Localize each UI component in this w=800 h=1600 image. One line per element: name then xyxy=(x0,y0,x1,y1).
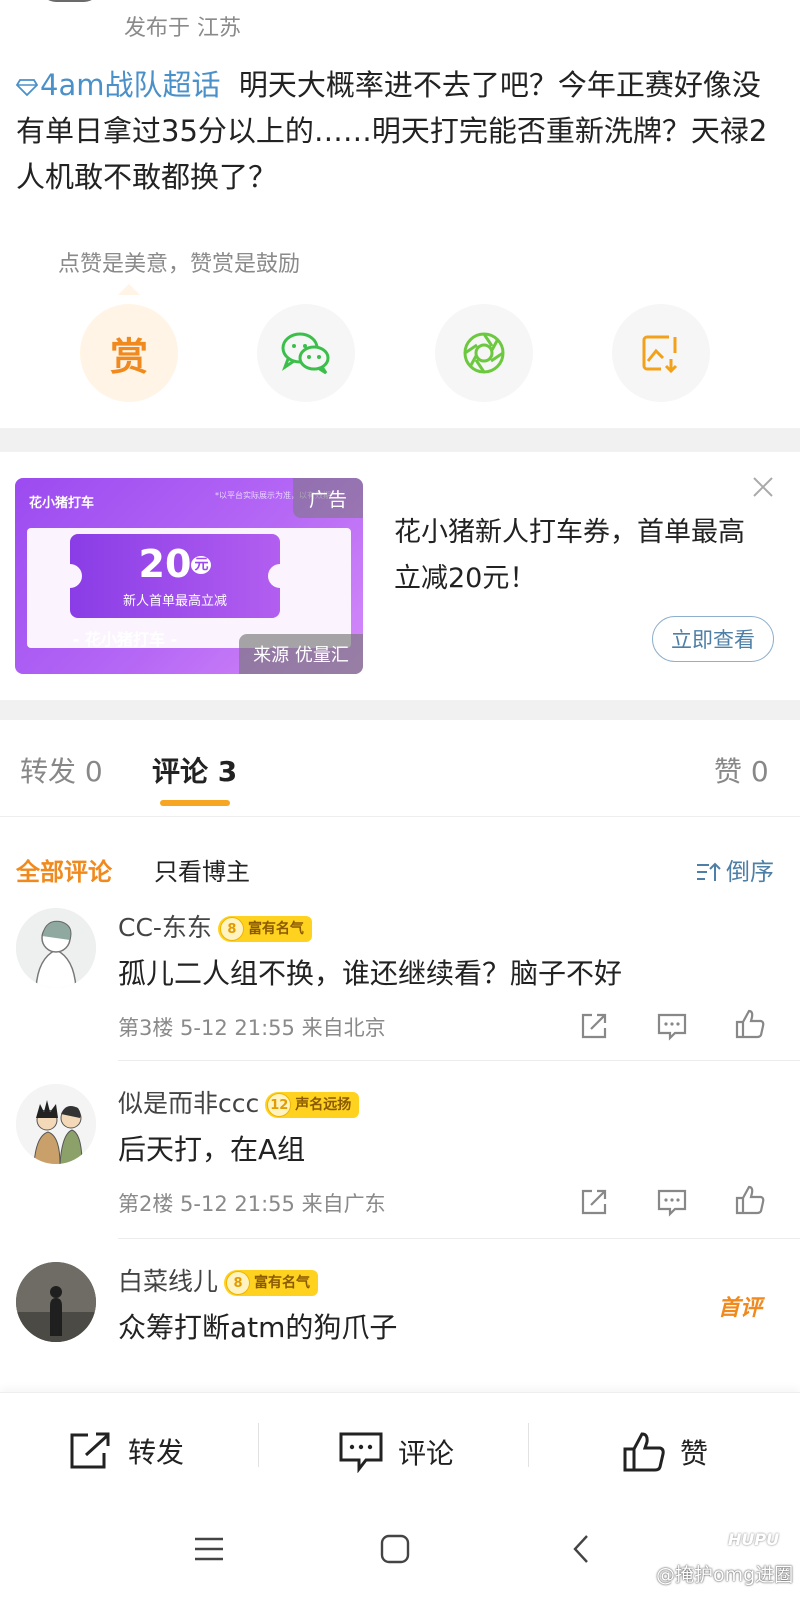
topic-name: 4am战队超话 xyxy=(40,68,221,102)
save-image-button[interactable] xyxy=(612,304,710,402)
comment-author[interactable]: 白菜线儿 8 富有名气 xyxy=(118,1262,319,1298)
diamond-icon xyxy=(16,79,38,96)
comment-text: 后天打，在A组 xyxy=(118,1133,306,1166)
post-location: 发布于 江苏 xyxy=(124,16,241,41)
tab-comments[interactable]: 评论 3 xyxy=(152,750,237,790)
filter-owner-only[interactable]: 只看博主 xyxy=(154,852,250,887)
ad-coupon: 20 元 新人首单最高立减 xyxy=(58,534,292,618)
author-avatar[interactable] xyxy=(40,0,100,2)
avatar-illustration xyxy=(16,1262,96,1342)
author-name: CC-东东 xyxy=(118,913,212,942)
comment-divider xyxy=(118,1238,800,1239)
watermark-logo: HUPU xyxy=(728,1530,780,1549)
separator xyxy=(528,1423,529,1467)
ad-logo: 花小猪打车 xyxy=(29,496,95,511)
level-number: 8 xyxy=(226,1271,251,1295)
tooltip-caret xyxy=(118,284,140,295)
comment-text: 孤儿二人组不换，谁还继续看？脑子不好 xyxy=(118,957,623,990)
level-badge: 8 富有名气 xyxy=(217,916,312,942)
home-icon[interactable] xyxy=(380,1534,410,1564)
repost-label: 转发 xyxy=(128,1436,185,1469)
comment-author[interactable]: CC-东东 8 富有名气 xyxy=(118,908,312,944)
section-divider xyxy=(0,700,800,720)
comment-label: 评论 xyxy=(398,1437,455,1470)
level-badge: 8 富有名气 xyxy=(224,1270,319,1296)
separator xyxy=(258,1423,259,1467)
menu-icon[interactable] xyxy=(194,1536,224,1562)
badge-label: 声名远扬 xyxy=(295,1097,352,1113)
comment-author[interactable]: 似是而非ccc 12 声名远扬 xyxy=(118,1084,360,1120)
repost-button[interactable]: 转发 xyxy=(68,1431,184,1471)
comment-icon[interactable] xyxy=(656,1010,688,1042)
coupon-subtitle: 新人首单最高立减 xyxy=(122,594,227,609)
post-content: 4am战队超话 明天大概率进不去了吧？今年正赛好像没有单日拿过35分以上的……明… xyxy=(16,62,786,200)
coupon-value: 20 xyxy=(138,542,192,586)
ad-source: 来源 优量汇 xyxy=(239,634,363,674)
avatar-illustration xyxy=(16,908,96,988)
view-now-button[interactable]: 立即查看 xyxy=(652,616,774,662)
tab-reposts[interactable]: 转发 0 xyxy=(20,750,103,790)
tab-count: 3 xyxy=(217,755,238,788)
tab-bar: 转发 0 评论 3 赞 0 xyxy=(0,720,800,817)
comment-icon xyxy=(339,1432,383,1473)
ad-brand: - 花小猪打车 - xyxy=(72,630,178,649)
close-icon[interactable] xyxy=(752,476,774,498)
filter-all-comments[interactable]: 全部评论 xyxy=(16,852,112,887)
level-number: 12 xyxy=(267,1093,292,1117)
tab-label: 评论 xyxy=(152,755,209,788)
level-number: 8 xyxy=(219,917,244,941)
reward-label: 赏 xyxy=(109,334,148,379)
topic-link[interactable]: 4am战队超话 xyxy=(16,68,220,102)
sort-button[interactable]: 倒序 xyxy=(696,852,774,887)
reward-button[interactable]: 赏 xyxy=(80,304,178,402)
active-tab-indicator xyxy=(160,800,230,806)
coupon-amount: 20 元 xyxy=(70,542,280,586)
tab-label: 转发 xyxy=(20,755,77,788)
repost-icon xyxy=(70,1432,110,1469)
first-comment-tag: 首评 xyxy=(718,1296,763,1321)
like-icon[interactable] xyxy=(734,1184,766,1216)
avatar-illustration xyxy=(16,1084,96,1164)
comment-divider xyxy=(118,1060,800,1061)
comment-text: 众筹打断atm的狗爪子 xyxy=(118,1311,398,1344)
ad-title[interactable]: 花小猪新人打车券，首单最高立减20元！ xyxy=(394,510,754,602)
like-button[interactable]: 赞 xyxy=(622,1431,708,1473)
comment-button[interactable]: 评论 xyxy=(338,1431,454,1473)
badge-label: 富有名气 xyxy=(254,1275,311,1291)
author-name: 似是而非ccc xyxy=(118,1089,260,1118)
moments-icon xyxy=(463,332,505,374)
save-image-icon xyxy=(642,335,678,374)
sort-label: 倒序 xyxy=(726,858,774,886)
like-label: 赞 xyxy=(680,1437,709,1470)
wechat-share-button[interactable] xyxy=(257,304,355,402)
comment-meta: 第2楼 5-12 21:55 来自广东 xyxy=(118,1192,386,1216)
tab-label: 赞 xyxy=(714,755,743,788)
badge-label: 富有名气 xyxy=(247,921,304,937)
watermark-text: @掩护omg进圈 xyxy=(656,1564,794,1586)
author-name: 白菜线儿 xyxy=(118,1267,219,1296)
tab-likes[interactable]: 赞 0 xyxy=(714,750,769,790)
ad-image[interactable]: 花小猪打车 *以平台实际展示为准，以有效期... 广告 20 元 新人首单最高立减… xyxy=(15,478,363,674)
level-badge: 12 声名远扬 xyxy=(265,1092,360,1118)
avatar[interactable] xyxy=(16,908,96,988)
tab-count: 0 xyxy=(750,755,769,788)
like-icon xyxy=(623,1432,665,1472)
avatar[interactable] xyxy=(16,1262,96,1342)
ad-badge: 广告 xyxy=(293,478,363,518)
tab-count: 0 xyxy=(84,755,103,788)
reward-hint: 点赞是美意，赞赏是鼓励 xyxy=(58,252,301,277)
back-icon[interactable] xyxy=(572,1534,590,1564)
wechat-icon xyxy=(281,332,330,375)
moments-share-button[interactable] xyxy=(435,304,533,402)
repost-icon[interactable] xyxy=(578,1186,610,1218)
bottom-action-bar: 转发 评论 赞 xyxy=(0,1392,800,1503)
avatar[interactable] xyxy=(16,1084,96,1164)
comment-meta: 第3楼 5-12 21:55 来自北京 xyxy=(118,1016,386,1040)
section-divider xyxy=(0,428,800,452)
sort-icon xyxy=(697,862,721,881)
repost-icon[interactable] xyxy=(578,1010,610,1042)
coupon-unit: 元 xyxy=(191,556,212,574)
like-icon[interactable] xyxy=(734,1008,766,1040)
comment-icon[interactable] xyxy=(656,1186,688,1218)
